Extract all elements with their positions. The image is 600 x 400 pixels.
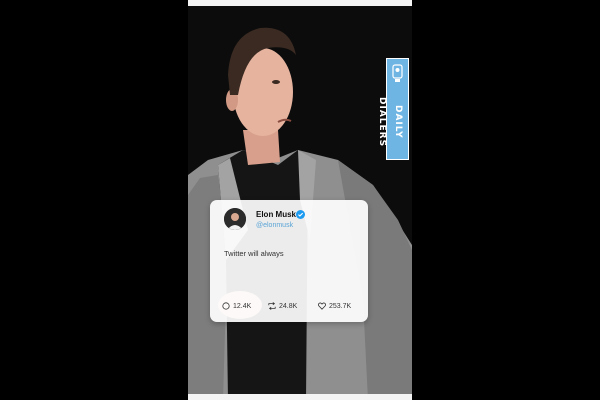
like-count: 253.7K: [329, 302, 352, 310]
tweet-text: Twitter will always: [224, 249, 284, 258]
retweet-stat[interactable]: 24.8K: [268, 302, 297, 310]
like-stat[interactable]: 253.7K: [318, 302, 351, 310]
tweet-stats: 12.4K 24.8K 253.7K: [222, 302, 362, 314]
pointing-hand-icon: [392, 64, 403, 82]
retweet-count: 24.8K: [279, 302, 298, 310]
retweet-icon: [268, 302, 276, 310]
tweet-card[interactable]: Elon Musk @elonmusk Twitter will always …: [210, 200, 368, 322]
bottom-letterbox-bar: [188, 394, 412, 400]
video-frame[interactable]: DAILY DIALERS Elon Musk @elonmusk Twitte…: [188, 0, 412, 400]
verified-badge-icon: [296, 210, 305, 219]
avatar-image: [224, 208, 246, 230]
badge-label: DAILY DIALERS: [377, 96, 403, 148]
author-handle[interactable]: @elonmusk: [256, 222, 293, 229]
reply-stat[interactable]: 12.4K: [222, 302, 251, 310]
reply-icon: [222, 302, 230, 310]
channel-badge[interactable]: DAILY DIALERS: [377, 58, 409, 160]
like-icon: [318, 302, 326, 310]
reply-count: 12.4K: [233, 302, 252, 310]
avatar[interactable]: [224, 208, 246, 230]
author-name[interactable]: Elon Musk: [256, 210, 296, 219]
